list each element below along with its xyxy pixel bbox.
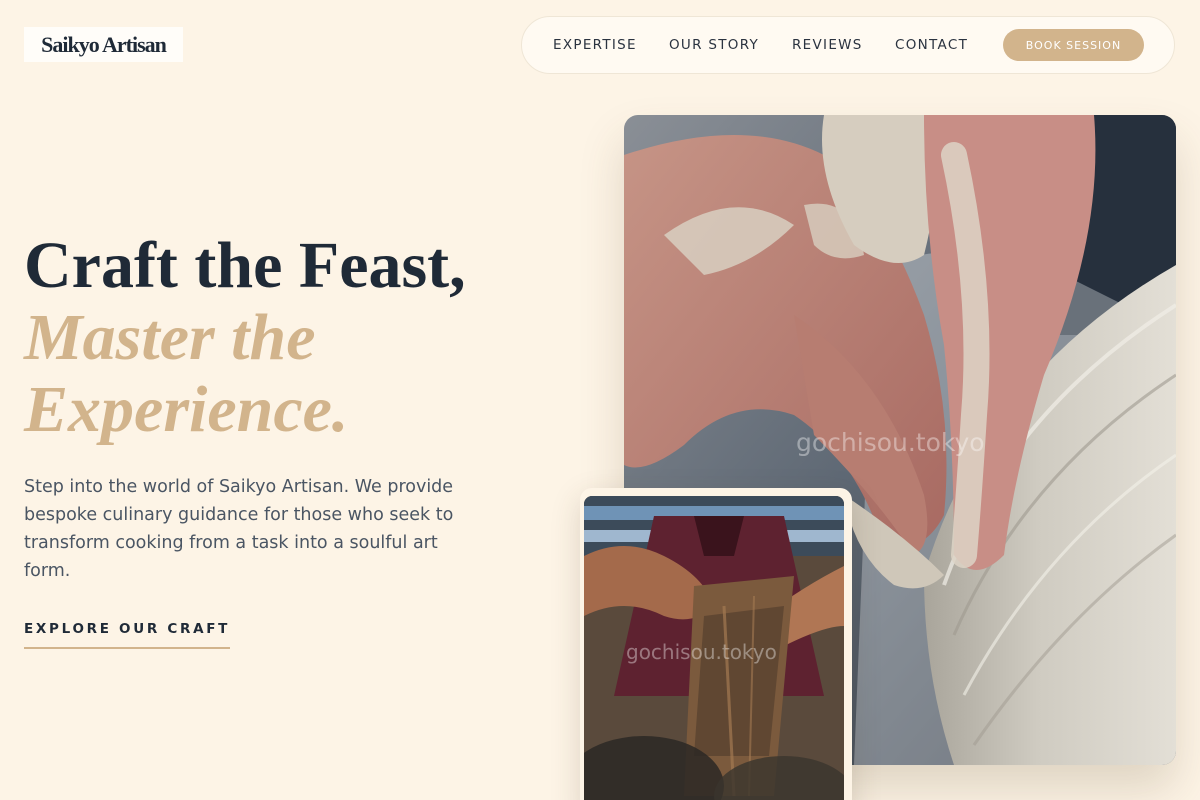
nav-link-reviews[interactable]: REVIEWS [792, 17, 863, 73]
woodcarving-hands-image: gochisou.tokyo [584, 496, 844, 800]
image-watermark: gochisou.tokyo [796, 428, 985, 457]
hero-headline: Craft the Feast, Master the Experience. [24, 230, 584, 446]
image-watermark-secondary: gochisou.tokyo [626, 640, 777, 664]
brand-logo[interactable]: Saikyo Artisan [24, 27, 183, 62]
explore-craft-link[interactable]: EXPLORE OUR CRAFT [24, 620, 231, 649]
nav-link-our-story[interactable]: OUR STORY [669, 17, 759, 73]
nav-link-expertise[interactable]: EXPERTISE [553, 17, 637, 73]
main-nav: EXPERTISE OUR STORY REVIEWS CONTACT BOOK… [521, 16, 1175, 74]
hero-headline-accent: Master the Experience. [24, 301, 349, 446]
hero-description: Step into the world of Saikyo Artisan. W… [24, 477, 454, 581]
hero-headline-main: Craft the Feast, [24, 229, 466, 302]
landing-page: Saikyo Artisan EXPERTISE OUR STORY REVIE… [0, 0, 1200, 800]
nav-link-contact[interactable]: CONTACT [895, 17, 968, 73]
book-session-button[interactable]: BOOK SESSION [1003, 29, 1144, 61]
